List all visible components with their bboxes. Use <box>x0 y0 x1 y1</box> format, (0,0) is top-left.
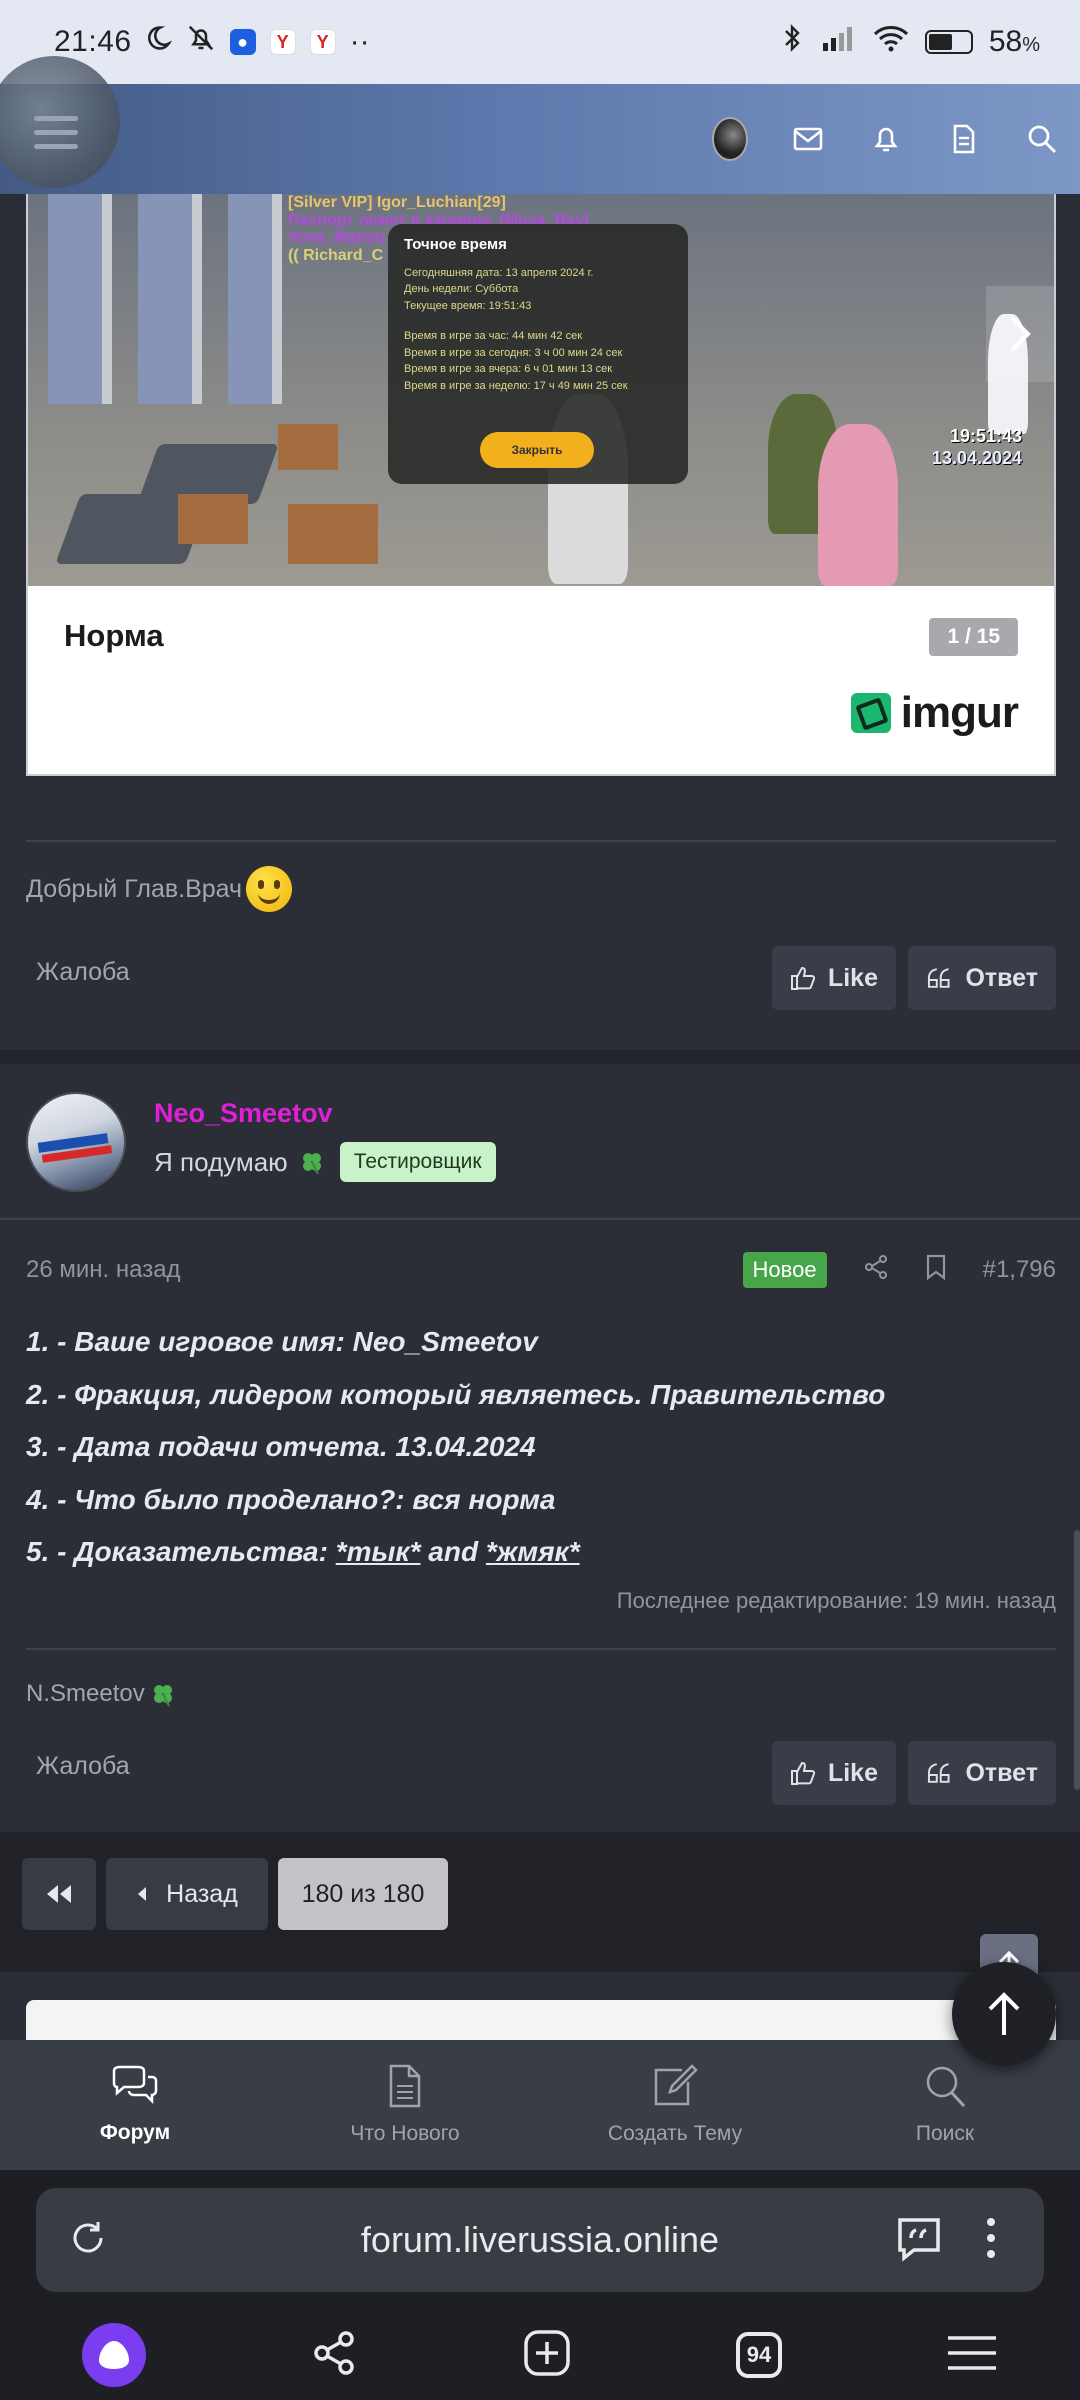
imgur-logo[interactable]: imgur <box>850 688 1019 738</box>
wifi-icon <box>873 24 909 60</box>
post-time[interactable]: 26 мин. назад <box>26 1256 181 1284</box>
post-divider <box>0 1050 1080 1064</box>
report-link[interactable]: Жалоба <box>36 958 130 987</box>
reply-button[interactable]: Ответ <box>908 1741 1056 1805</box>
tabs-counter[interactable]: 94 <box>736 2332 782 2378</box>
new-tab-icon[interactable] <box>522 2328 572 2383</box>
address-bar[interactable]: forum.liverussia.online <box>36 2188 1044 2292</box>
feedback-icon[interactable] <box>894 2214 944 2264</box>
page-scrollbar[interactable] <box>1074 1530 1080 1790</box>
chevron-right-icon <box>1010 316 1031 352</box>
menu-icon[interactable] <box>34 116 78 149</box>
post-signature: Добрый Глав.Врач <box>26 866 293 912</box>
like-button[interactable]: Like <box>772 946 896 1010</box>
more-vertical-icon[interactable] <box>986 2218 996 2258</box>
clover-icon <box>302 1153 321 1175</box>
quote-icon <box>927 968 950 988</box>
post-number[interactable]: #1,796 <box>983 1256 1056 1284</box>
pagination-area: Назад 180 из 180 <box>0 1832 1080 1972</box>
more-notifications-icon: ·· <box>349 25 370 58</box>
url-text[interactable]: forum.liverussia.online <box>36 2219 1044 2261</box>
alice-assistant-icon[interactable] <box>82 2323 146 2387</box>
content-line-2: 2. - Фракция, лидером который являетесь.… <box>26 1378 886 1410</box>
mail-icon[interactable] <box>790 121 826 157</box>
report-link[interactable]: Жалоба <box>36 1752 130 1781</box>
status-bar: 21:46 ● Y Y ·· 58% <box>0 0 1080 84</box>
embed-pager: 1 / 15 <box>929 618 1018 656</box>
share-icon[interactable] <box>863 1254 889 1287</box>
moon-icon <box>144 24 172 60</box>
browser-bar: forum.liverussia.online 94 <box>0 2170 1080 2400</box>
scroll-to-top-button[interactable] <box>952 1962 1056 2066</box>
bookmark-icon[interactable] <box>925 1254 947 1287</box>
bluetooth-icon <box>781 23 805 61</box>
tab-forum[interactable]: Форум <box>0 2040 270 2170</box>
author-user-title: Я подумаю Тестировщик <box>154 1142 496 1182</box>
tab-create-thread[interactable]: Создать Тему <box>540 2040 810 2170</box>
dialog-close-button: Закрыть <box>480 432 594 468</box>
signature-divider <box>26 1648 1056 1650</box>
arrow-up-icon <box>988 1992 1020 2035</box>
tab-search[interactable]: Поиск <box>810 2040 1080 2170</box>
content-line-1: 1. - Ваше игровое имя: Neo_Smeetov <box>26 1326 538 1357</box>
proof-link-2[interactable]: *жмяк* <box>486 1536 580 1567</box>
status-time: 21:46 <box>54 25 132 58</box>
yandex-browser-app-icon: Y <box>309 29 336 55</box>
last-edit-note: Последнее редактирование: 19 мин. назад <box>616 1588 1056 1613</box>
double-chevron-left-icon <box>47 1885 71 1903</box>
page-indicator[interactable]: 180 из 180 <box>278 1858 448 1930</box>
caret-left-icon <box>138 1887 147 1901</box>
tab-whats-new[interactable]: Что Нового <box>270 2040 540 2170</box>
whats-new-icon[interactable] <box>946 121 982 157</box>
like-button[interactable]: Like <box>772 1741 896 1805</box>
post-header-divider <box>0 1218 1080 1220</box>
user-avatar-button[interactable] <box>712 117 748 161</box>
post-signature: N.Smeetov <box>26 1680 177 1708</box>
imgur-logo-icon <box>850 693 891 733</box>
battery-percent: 58% <box>988 25 1040 58</box>
reply-button[interactable]: Ответ <box>908 946 1056 1010</box>
yandex-app-icon: Y <box>269 29 296 55</box>
signal-icon <box>821 25 857 59</box>
search-icon[interactable] <box>1024 121 1060 157</box>
chat-bubbles-icon <box>112 2065 158 2105</box>
content-line-4: 4. - Что было проделано?: вся норма <box>26 1483 556 1515</box>
thumbs-up-icon <box>790 967 816 990</box>
smile-emoji-icon <box>246 866 293 912</box>
messenger-app-icon: ● <box>229 29 256 55</box>
forum-header <box>0 56 1080 194</box>
thumbs-up-icon <box>790 1762 816 1785</box>
first-page-button[interactable] <box>22 1858 96 1930</box>
quote-icon <box>927 1763 950 1783</box>
content-line-5: 5. - Доказательства: *тык* and *жмяк* <box>26 1536 580 1567</box>
hud-clock: 19:51:43 13.04.2024 <box>931 426 1022 468</box>
edit-icon <box>654 2064 698 2106</box>
author-avatar[interactable] <box>26 1092 126 1192</box>
bottom-tab-bar: Форум Что Нового Создать Тему Поиск <box>0 2040 1080 2170</box>
embed-caption: Норма <box>64 618 164 653</box>
author-name[interactable]: Neo_Smeetov <box>154 1098 333 1129</box>
muted-bell-icon <box>186 23 216 61</box>
content-line-3: 3. - Дата подачи отчета. 13.04.2024 <box>26 1431 536 1462</box>
tester-badge: Тестировщик <box>339 1142 496 1182</box>
signature-divider <box>26 840 1056 842</box>
battery-icon <box>924 30 973 54</box>
search-icon <box>926 2066 966 2108</box>
time-dialog: Точное время Сегодняшняя дата: 13 апреля… <box>388 224 688 484</box>
hamburger-menu-icon[interactable] <box>946 2334 998 2377</box>
proof-link-1[interactable]: *тык* <box>336 1536 421 1567</box>
document-icon <box>389 2064 421 2108</box>
imgur-embed[interactable]: [Silver VIP] Igor_Luchian[29] Паспорт ле… <box>26 194 1056 776</box>
post-content: 1. - Ваше игровое имя: Neo_Smeetov 2. - … <box>26 1316 885 1579</box>
clover-icon <box>153 1685 172 1707</box>
next-image-button[interactable] <box>986 286 1054 382</box>
bell-icon[interactable] <box>868 121 904 157</box>
reply-editor[interactable] <box>26 2000 1056 2040</box>
game-screenshot[interactable]: [Silver VIP] Igor_Luchian[29] Паспорт ле… <box>28 194 1054 586</box>
post-meta: 26 мин. назад Новое #1,796 <box>26 1252 1056 1288</box>
previous-page-button[interactable]: Назад <box>106 1858 268 1930</box>
share-icon[interactable] <box>310 2329 358 2382</box>
new-badge: Новое <box>742 1252 827 1288</box>
